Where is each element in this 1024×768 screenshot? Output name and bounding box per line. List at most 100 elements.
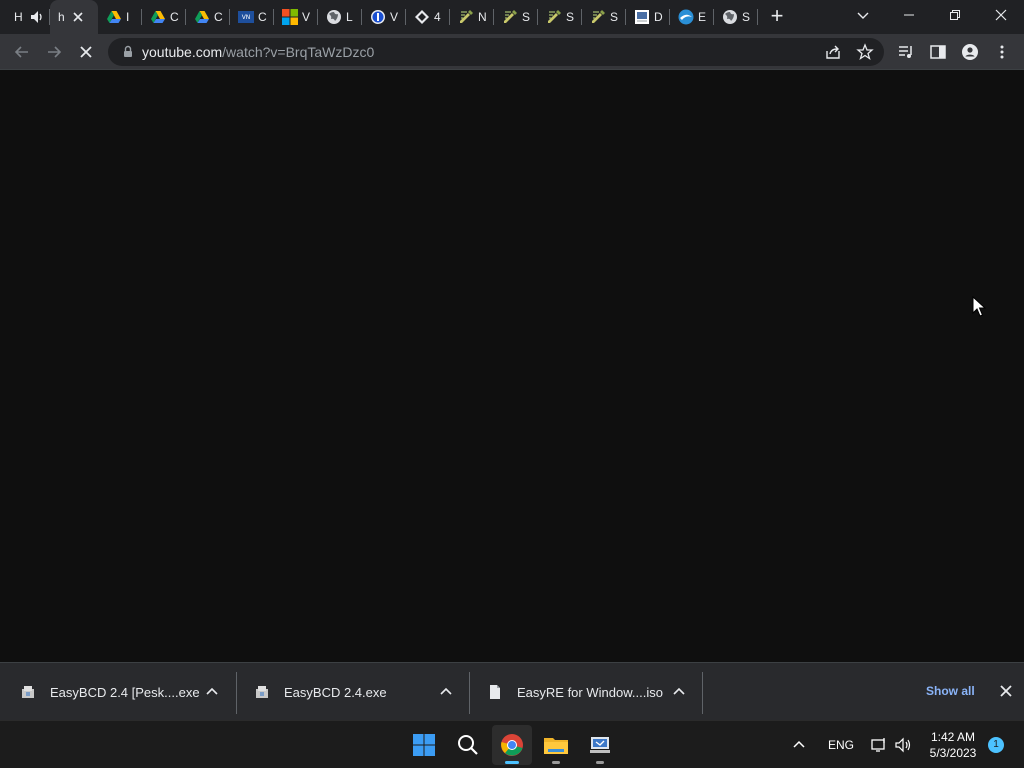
bookmark-star-icon[interactable] <box>856 43 874 61</box>
tab[interactable]: C <box>142 0 186 34</box>
tab[interactable]: V <box>362 0 406 34</box>
tab-title: S <box>610 10 619 24</box>
download-item[interactable]: EasyRE for Window....iso <box>487 673 697 711</box>
restore-button[interactable] <box>932 0 978 30</box>
tab-search-button[interactable] <box>840 0 886 30</box>
divider <box>702 672 703 714</box>
tab-title: 4 <box>434 10 441 24</box>
tab-title: D <box>654 10 663 24</box>
language-indicator[interactable]: ENG <box>828 721 854 768</box>
installer-file-icon <box>256 686 268 698</box>
new-tab-button[interactable]: + <box>764 4 790 30</box>
close-icon[interactable] <box>998 683 1014 699</box>
tab[interactable]: VN C <box>230 0 274 34</box>
tab[interactable]: E <box>670 0 714 34</box>
edit-icon <box>502 9 518 25</box>
installer-app-icon <box>590 737 610 753</box>
tab[interactable]: V <box>274 0 318 34</box>
mouse-cursor-icon <box>972 296 986 317</box>
address-bar[interactable]: youtube.com/watch?v=BrqTaWzDzc0 <box>108 38 884 66</box>
tab-title: C <box>214 10 223 24</box>
tab[interactable]: D <box>626 0 670 34</box>
chevron-up-icon[interactable] <box>438 684 454 700</box>
page-content[interactable] <box>0 70 1024 662</box>
notification-badge[interactable]: 1 <box>988 737 1004 753</box>
download-filename: EasyBCD 2.4.exe <box>284 684 387 700</box>
tab[interactable]: N <box>450 0 494 34</box>
speaker-icon <box>895 737 911 753</box>
downloads-bar: EasyBCD 2.4 [Pesk....exe EasyBCD 2.4.exe… <box>0 662 1024 720</box>
doc-icon <box>634 9 650 25</box>
profile-button[interactable] <box>956 38 984 66</box>
tab[interactable]: L <box>318 0 362 34</box>
tab-title: S <box>522 10 531 24</box>
taskbar-file-explorer[interactable] <box>536 725 576 765</box>
tabs-container: Hh I C C VN C V L V 4 N S S S D E S <box>0 0 758 34</box>
arrow-right-icon <box>48 46 62 58</box>
blue-circle-icon <box>370 9 386 25</box>
side-panel-button[interactable] <box>924 38 952 66</box>
tab-title: h <box>58 10 65 24</box>
back-button[interactable] <box>8 38 36 66</box>
media-control-button[interactable] <box>892 38 920 66</box>
tab[interactable]: S <box>714 0 758 34</box>
url-text[interactable]: youtube.com/watch?v=BrqTaWzDzc0 <box>142 44 374 60</box>
tab[interactable]: 4 <box>406 0 450 34</box>
volume-button[interactable] <box>894 721 914 768</box>
taskbar-clock[interactable]: 1:42 AM 5/3/2023 <box>922 729 984 761</box>
tab[interactable]: H <box>0 0 50 34</box>
edit-icon <box>546 9 562 25</box>
chrome-icon <box>501 734 523 756</box>
tab-title: N <box>478 10 487 24</box>
side-panel-icon <box>930 45 946 59</box>
share-icon[interactable] <box>824 43 842 61</box>
show-all-downloads-link[interactable]: Show all <box>926 684 975 698</box>
browser-toolbar: youtube.com/watch?v=BrqTaWzDzc0 <box>0 34 1024 70</box>
edit-icon <box>458 9 474 25</box>
start-button[interactable] <box>404 725 444 765</box>
search-icon <box>458 735 478 755</box>
running-indicator <box>596 761 604 764</box>
network-button[interactable] <box>870 721 890 768</box>
tab-title: C <box>258 10 267 24</box>
download-item[interactable]: EasyBCD 2.4 [Pesk....exe <box>20 673 230 711</box>
music-queue-icon <box>899 46 912 58</box>
tab[interactable]: S <box>538 0 582 34</box>
svg-text:VN: VN <box>242 14 251 21</box>
chevron-up-icon[interactable] <box>671 684 687 700</box>
google-drive-icon <box>106 9 122 25</box>
clock-time: 1:42 AM <box>930 730 976 744</box>
installer-file-icon <box>22 686 34 698</box>
running-indicator <box>552 761 560 764</box>
search-button[interactable] <box>448 725 488 765</box>
divider <box>469 672 470 714</box>
close-window-button[interactable] <box>978 0 1024 30</box>
tab[interactable]: C <box>186 0 230 34</box>
minimize-button[interactable] <box>886 0 932 30</box>
lock-icon <box>124 45 132 57</box>
profile-avatar-icon <box>962 44 978 60</box>
screen: Hh I C C VN C V L V 4 N S S S D E S + youtube.com/watch?… <box>0 0 1024 768</box>
stop-loading-button[interactable] <box>72 38 100 66</box>
chevron-up-icon[interactable] <box>204 684 220 700</box>
chrome-menu-button[interactable] <box>988 38 1016 66</box>
minimize-icon <box>904 14 914 16</box>
arrow-left-icon <box>14 46 28 58</box>
show-hidden-icons-button[interactable] <box>792 721 814 768</box>
tab[interactable]: S <box>494 0 538 34</box>
tab-title: V <box>302 10 311 24</box>
forward-button[interactable] <box>40 38 68 66</box>
audio-playing-icon[interactable] <box>29 9 45 25</box>
restore-icon <box>950 10 960 20</box>
download-item[interactable]: EasyBCD 2.4.exe <box>254 673 464 711</box>
taskbar-app[interactable] <box>580 725 620 765</box>
file-icon <box>490 685 500 699</box>
tab[interactable]: I <box>98 0 142 34</box>
stop-x-icon <box>80 46 92 58</box>
tab-active[interactable]: h <box>50 0 98 34</box>
taskbar-chrome[interactable] <box>492 725 532 765</box>
close-icon[interactable] <box>73 10 83 25</box>
google-drive-icon <box>194 9 210 25</box>
tab[interactable]: S <box>582 0 626 34</box>
vn-badge-icon: VN <box>238 9 254 25</box>
